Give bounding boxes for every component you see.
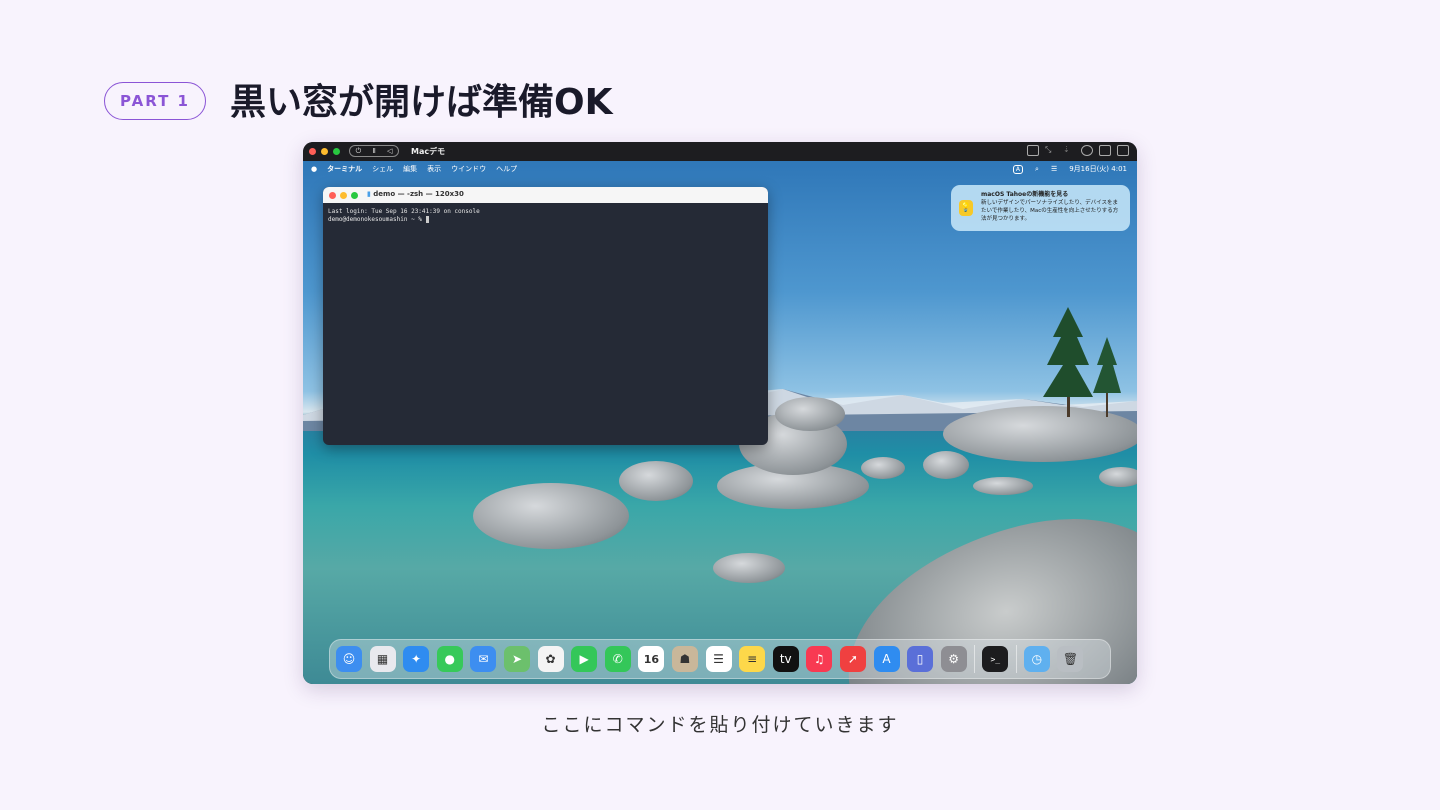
boulder (775, 397, 845, 431)
input-source-indicator[interactable]: A (1012, 164, 1024, 174)
close-button[interactable] (309, 148, 316, 155)
desktop: ● ターミナル シェル 編集 表示 ウインドウ ヘルプ A ⌕ ☰ 9月16日(… (303, 161, 1137, 684)
trash-icon[interactable]: 🗑 (1057, 646, 1084, 672)
boulder (1099, 467, 1137, 487)
terminal-title: ▮ demo — -zsh — 120x30 (367, 190, 464, 198)
downloads-folder-icon[interactable]: ◷ (1023, 646, 1050, 672)
menu-item-window[interactable]: ウインドウ (451, 164, 486, 174)
lightbulb-icon: 💡 (959, 200, 973, 216)
notification-body: 新しいデザインでパーソナライズしたり、デバイスをまたいで作業したり、Macの生産… (981, 200, 1119, 222)
tv-icon[interactable]: tv (772, 646, 799, 672)
boulder (713, 553, 785, 583)
notification-title: macOS Tahoeの新機能を見る (981, 191, 1069, 198)
dock-separator (1015, 645, 1017, 673)
menu-item-edit[interactable]: 編集 (403, 164, 417, 174)
mail-icon[interactable]: ✉ (470, 646, 497, 672)
resize-icon[interactable]: ⤡ (1045, 145, 1057, 156)
menu-item-view[interactable]: 表示 (427, 164, 441, 174)
terminal-minimize-button[interactable] (340, 192, 347, 199)
windows-icon[interactable] (1117, 145, 1129, 156)
back-icon[interactable]: ◁ (387, 147, 392, 155)
terminal-output[interactable]: Last login: Tue Sep 16 23:41:39 on conso… (323, 203, 768, 229)
vm-toolbar: ⤡ ⇣ (1027, 145, 1129, 156)
part-badge: PART 1 (104, 82, 206, 120)
boulder (861, 457, 905, 479)
minimize-button[interactable] (321, 148, 328, 155)
boulder (619, 461, 693, 501)
zoom-button[interactable] (333, 148, 340, 155)
launchpad-icon[interactable]: ▦ (369, 646, 396, 672)
menu-item-help[interactable]: ヘルプ (496, 164, 517, 174)
menubar-clock[interactable]: 9月16日(火) 4:01 (1069, 164, 1127, 174)
share-icon[interactable] (1081, 145, 1093, 156)
iphone-mirroring-icon[interactable]: ▯ (907, 646, 934, 672)
terminal-prompt-line: demo@demonokesoumashin ~ % (328, 216, 763, 224)
pause-icon[interactable]: Ⅱ (372, 147, 375, 155)
dock: ☺ ▦ ✦ ● ✉ ➤ ✿ ▶ ✆ 16 ☗ ☰ ≡ tv ♫ ➚ A ▯ ⚙ >_ ◷ 🗑 (329, 639, 1111, 679)
phone-icon[interactable]: ✆ (604, 646, 631, 672)
facetime-icon[interactable]: ▶ (571, 646, 598, 672)
pine-trees (1043, 307, 1121, 417)
rocket-icon[interactable]: ➚ (839, 646, 866, 672)
control-center-icon[interactable]: ☰ (1051, 165, 1057, 173)
system-settings-icon[interactable]: ⚙ (940, 646, 967, 672)
calendar-icon[interactable]: 16 (638, 646, 665, 672)
photos-icon[interactable]: ✿ (537, 646, 564, 672)
maps-icon[interactable]: ➤ (503, 646, 530, 672)
slide-caption: ここにコマンドを貼り付けていきます (541, 714, 899, 736)
terminal-zoom-button[interactable] (351, 192, 358, 199)
terminal-icon[interactable]: >_ (982, 646, 1009, 672)
music-icon[interactable]: ♫ (806, 646, 833, 672)
keyboard-icon[interactable] (1027, 145, 1039, 156)
messages-icon[interactable]: ● (436, 646, 463, 672)
menu-item-terminal[interactable]: ターミナル (327, 164, 362, 174)
apple-menu-icon[interactable]: ● (311, 165, 317, 173)
page-title: 黒い窓が開けば準備OK (230, 82, 613, 123)
terminal-close-button[interactable] (329, 192, 336, 199)
power-icon[interactable]: ⏻ (356, 147, 362, 156)
boulder (973, 477, 1033, 495)
terminal-window[interactable]: ▮ demo — -zsh — 120x30 Last login: Tue S… (323, 187, 768, 445)
text-cursor (425, 216, 429, 223)
menubar: ● ターミナル シェル 編集 表示 ウインドウ ヘルプ A ⌕ ☰ 9月16日(… (303, 161, 1137, 177)
app-store-icon[interactable]: A (873, 646, 900, 672)
folder-icon[interactable] (1099, 145, 1111, 156)
terminal-titlebar[interactable]: ▮ demo — -zsh — 120x30 (323, 187, 768, 203)
notification-banner[interactable]: 💡 macOS Tahoeの新機能を見る 新しいデザインでパーソナライズしたり、… (951, 185, 1130, 231)
safari-icon[interactable]: ✦ (403, 646, 430, 672)
boulder (473, 483, 629, 549)
vm-controls[interactable]: ⏻ Ⅱ ◁ (349, 145, 399, 157)
vm-titlebar: ⏻ Ⅱ ◁ Macデモ ⤡ ⇣ (303, 142, 1137, 161)
finder-icon[interactable]: ☺ (336, 646, 362, 672)
vm-screenshot: ⏻ Ⅱ ◁ Macデモ ⤡ ⇣ ● ターミナル シェル 編集 表示 ウインドウ … (303, 142, 1137, 684)
spotlight-icon[interactable]: ⌕ (1035, 165, 1039, 174)
terminal-line: Last login: Tue Sep 16 23:41:39 on conso… (328, 208, 480, 215)
menu-item-shell[interactable]: シェル (372, 164, 393, 174)
boulder (923, 451, 969, 479)
notes-icon[interactable]: ≡ (739, 646, 766, 672)
reminders-icon[interactable]: ☰ (705, 646, 732, 672)
usb-icon[interactable]: ⇣ (1063, 145, 1075, 156)
contacts-icon[interactable]: ☗ (671, 646, 698, 672)
dock-separator (974, 645, 976, 673)
vm-title: Macデモ (411, 147, 446, 156)
folder-icon: ▮ (367, 190, 371, 198)
